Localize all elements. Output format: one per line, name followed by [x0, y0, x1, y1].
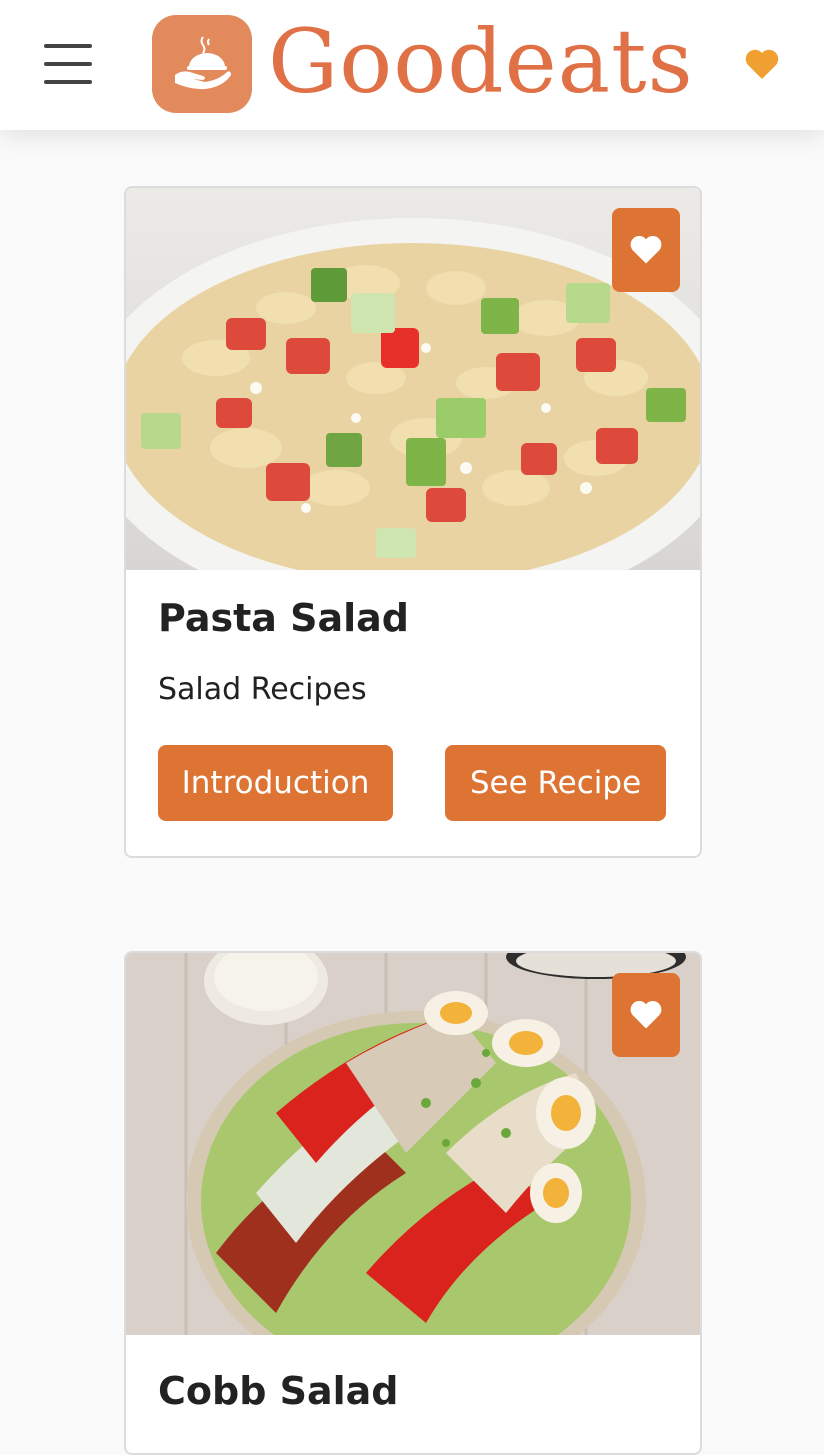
menu-bar-line: [44, 44, 92, 48]
introduction-button[interactable]: Introduction: [158, 745, 393, 821]
see-recipe-button[interactable]: See Recipe: [445, 745, 666, 821]
hamburger-menu-button[interactable]: [44, 44, 92, 84]
hand-holding-dish-icon: [175, 36, 231, 90]
menu-bar-line: [44, 62, 92, 66]
heart-icon: [630, 1000, 662, 1029]
menu-bar-line: [44, 80, 92, 84]
recipe-title: Cobb Salad: [158, 1369, 399, 1413]
logo-icon[interactable]: [152, 15, 252, 113]
favorites-button[interactable]: [742, 44, 782, 84]
heart-icon: [745, 49, 779, 79]
heart-icon: [630, 235, 662, 264]
favorite-toggle-button[interactable]: [612, 973, 680, 1057]
app-logo-text[interactable]: Goodeats: [268, 12, 694, 112]
recipe-category: Salad Recipes: [158, 672, 367, 707]
favorite-toggle-button[interactable]: [612, 208, 680, 292]
top-navigation-bar: Goodeats: [0, 0, 824, 130]
recipe-title: Pasta Salad: [158, 596, 410, 640]
recipe-card: Pasta Salad Salad Recipes Introduction S…: [124, 186, 702, 858]
recipe-card: Cobb Salad: [124, 951, 702, 1455]
